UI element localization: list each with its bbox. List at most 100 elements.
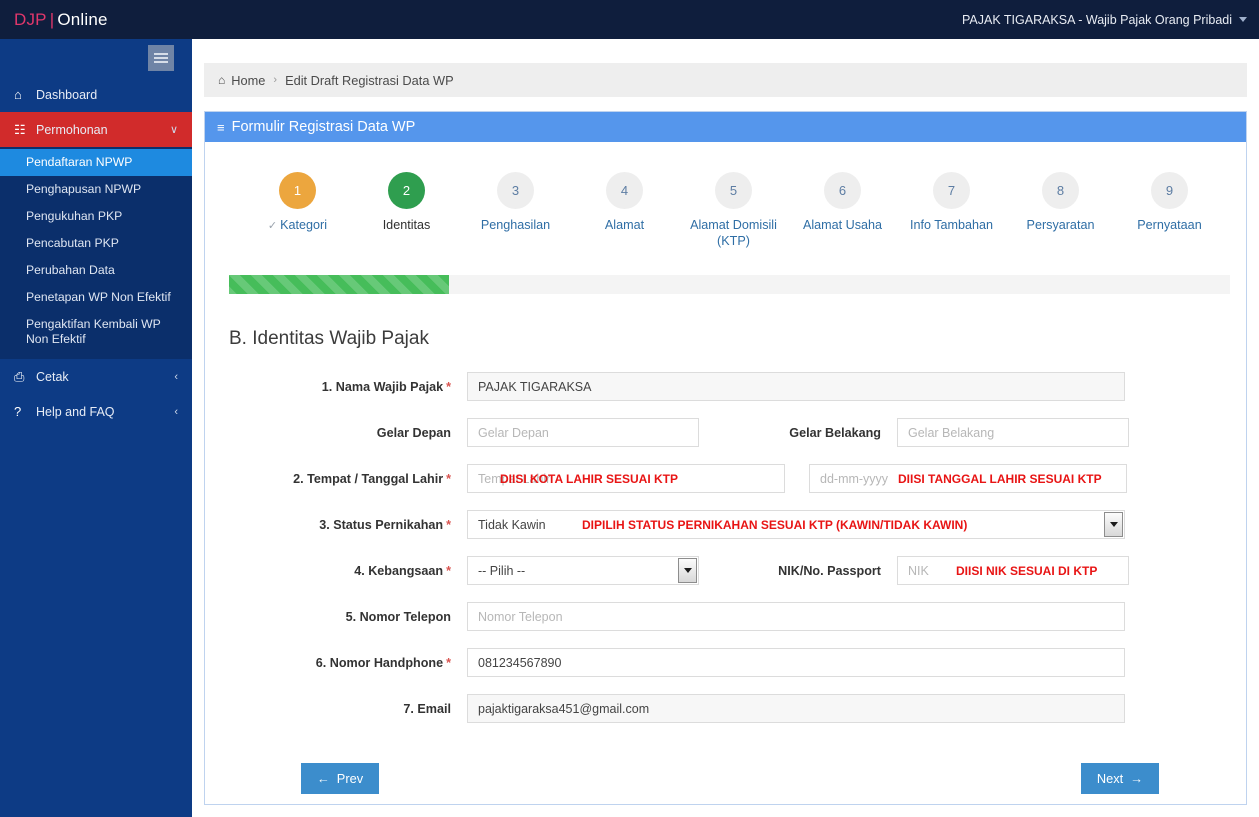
step-3-penghasilan[interactable]: 3 Penghasilan	[461, 172, 570, 249]
arrow-right-icon: →	[1130, 771, 1143, 786]
sidebar-item-label: Help and FAQ	[36, 404, 115, 419]
sidebar-item-pencabutan-pkp[interactable]: Pencabutan PKP	[0, 230, 192, 257]
logo-djp-text: DJP	[14, 9, 47, 29]
step-number: 3	[497, 172, 534, 209]
sidebar-item-cetak[interactable]: ⎙ Cetak ‹	[0, 359, 192, 394]
sidebar-item-pendaftaran-npwp[interactable]: Pendaftaran NPWP	[0, 149, 192, 176]
select-value: -- Pilih --	[478, 563, 526, 578]
wizard-stepper: 1 ✓ Kategori 2 Identitas 3 Penghasilan 4 …	[243, 142, 1224, 249]
label-nomor-telepon: 5. Nomor Telepon	[345, 609, 451, 624]
step-number: 8	[1042, 172, 1079, 209]
chevron-down-icon: ∨	[169, 124, 178, 136]
step-number: 9	[1151, 172, 1188, 209]
sidebar-item-perubahan-data[interactable]: Perubahan Data	[0, 257, 192, 284]
wizard-navigation: ← Prev Next →	[301, 763, 1159, 794]
app-logo[interactable]: DJP | Online	[0, 10, 108, 30]
sidebar-item-permohonan[interactable]: ☷ Permohonan ∨	[0, 112, 192, 147]
chevron-down-icon	[1239, 17, 1247, 22]
sidebar-item-label: Cetak	[36, 369, 69, 384]
breadcrumb-home-link[interactable]: Home	[231, 73, 265, 88]
step-1-kategori[interactable]: 1 ✓ Kategori	[243, 172, 352, 249]
label-text: 2. Tempat / Tanggal Lahir	[293, 471, 444, 486]
input-nomor-telepon[interactable]: Nomor Telepon	[467, 602, 1125, 631]
sidebar-item-dashboard[interactable]: ⌂ Dashboard	[0, 77, 192, 112]
step-8-persyaratan[interactable]: 8 Persyaratan	[1006, 172, 1115, 249]
input-tempat-lahir[interactable]: Tempat Lahir DIISI KOTA LAHIR SESUAI KTP	[467, 464, 785, 493]
arrow-left-icon: ←	[317, 771, 330, 786]
required-mark: *	[446, 471, 451, 486]
user-tie-icon: ☷	[14, 121, 26, 137]
input-nik[interactable]: NIK DIISI NIK SESUAI DI KTP	[897, 556, 1129, 585]
user-menu[interactable]: PAJAK TIGARAKSA - Wajib Pajak Orang Prib…	[962, 13, 1259, 27]
next-button-label: Next	[1096, 771, 1124, 786]
step-label: ✓ Kategori	[243, 217, 352, 234]
sidebar-toggle-row	[0, 39, 192, 77]
sidebar-item-pengukuhan-pkp[interactable]: Pengukuhan PKP	[0, 203, 192, 230]
input-gelar-belakang[interactable]: Gelar Belakang	[897, 418, 1129, 447]
chevron-left-icon: ‹	[174, 405, 178, 418]
step-2-identitas[interactable]: 2 Identitas	[352, 172, 461, 249]
step-6-alamat-usaha[interactable]: 6 Alamat Usaha	[788, 172, 897, 249]
form-panel: ≡ Formulir Registrasi Data WP 1 ✓ Kategor…	[204, 111, 1247, 805]
step-label: Penghasilan	[480, 218, 551, 232]
input-nama-wajib-pajak[interactable]: PAJAK TIGARAKSA	[467, 372, 1125, 401]
annotation-status-pernikahan: DIPILIH STATUS PERNIKAHAN SESUAI KTP (KA…	[582, 517, 968, 532]
input-tanggal-lahir[interactable]: dd-mm-yyyy DIISI TANGGAL LAHIR SESUAI KT…	[809, 464, 1127, 493]
bars-icon: ≡	[217, 119, 225, 135]
annotation-tanggal-lahir: DIISI TANGGAL LAHIR SESUAI KTP	[898, 471, 1102, 486]
step-5-alamat-domisili[interactable]: 5 Alamat Domisili (KTP)	[679, 172, 788, 249]
prev-button[interactable]: ← Prev	[301, 763, 380, 794]
breadcrumb: ⌂ Home › Edit Draft Registrasi Data WP	[204, 63, 1247, 97]
label-text: 6. Nomor Handphone	[315, 655, 444, 670]
label-tempat-tanggal-lahir: 2. Tempat / Tanggal Lahir *	[227, 472, 467, 486]
field-row-nama: 1. Nama Wajib Pajak * PAJAK TIGARAKSA	[227, 372, 1224, 401]
step-7-info-tambahan[interactable]: 7 Info Tambahan	[897, 172, 1006, 249]
label-nik: NIK/No. Passport	[778, 563, 881, 578]
prev-button-label: Prev	[336, 771, 364, 786]
chevron-down-icon[interactable]	[678, 558, 697, 583]
required-mark: *	[446, 517, 451, 532]
chevron-down-icon[interactable]	[1104, 512, 1123, 537]
required-mark: *	[446, 655, 451, 670]
sidebar-item-label: Dashboard	[36, 87, 98, 102]
breadcrumb-separator: ›	[273, 74, 278, 86]
label-kebangsaan: 4. Kebangsaan *	[227, 564, 467, 578]
sidebar-item-pengaktifan-kembali-wp-non-efektif[interactable]: Pengaktifan Kembali WP Non Efektif	[0, 311, 192, 353]
input-nomor-handphone[interactable]: 081234567890	[467, 648, 1125, 677]
hamburger-menu-icon[interactable]	[148, 45, 174, 71]
sidebar-item-penetapan-wp-non-efektif[interactable]: Penetapan WP Non Efektif	[0, 284, 192, 311]
label-nama-wajib-pajak: 1. Nama Wajib Pajak *	[227, 380, 467, 394]
sidebar-submenu-permohonan: Pendaftaran NPWP Penghapusan NPWP Penguk…	[0, 147, 192, 359]
step-9-pernyataan[interactable]: 9 Pernyataan	[1115, 172, 1224, 249]
step-4-alamat[interactable]: 4 Alamat	[570, 172, 679, 249]
user-menu-label: PAJAK TIGARAKSA - Wajib Pajak Orang Prib…	[961, 12, 1232, 27]
sidebar-item-label: Permohonan	[36, 122, 108, 137]
select-kebangsaan[interactable]: -- Pilih --	[467, 556, 699, 585]
progress-track	[229, 275, 1230, 294]
required-mark: *	[446, 563, 451, 578]
step-number: 2	[388, 172, 425, 209]
breadcrumb-current: Edit Draft Registrasi Data WP	[285, 72, 454, 88]
label-gelar-depan: Gelar Depan	[376, 425, 451, 440]
input-gelar-depan[interactable]: Gelar Depan	[467, 418, 699, 447]
field-row-tempat-tanggal-lahir: 2. Tempat / Tanggal Lahir * Tempat Lahir …	[227, 464, 1224, 493]
panel-header: ≡ Formulir Registrasi Data WP	[205, 112, 1246, 142]
step-number: 5	[715, 172, 752, 209]
sidebar-item-penghapusan-npwp[interactable]: Penghapusan NPWP	[0, 176, 192, 203]
field-row-email: 7. Email pajaktigaraksa451@gmail.com	[227, 694, 1224, 723]
step-number: 6	[824, 172, 861, 209]
field-row-gelar: Gelar Depan Gelar Depan Gelar Belakang G…	[227, 418, 1224, 447]
label-nomor-handphone: 6. Nomor Handphone *	[227, 656, 467, 670]
question-icon: ?	[14, 404, 22, 419]
progress-bar	[229, 275, 450, 294]
input-placeholder: Gelar Depan	[478, 425, 549, 440]
select-status-pernikahan[interactable]: Tidak Kawin DIPILIH STATUS PERNIKAHAN SE…	[467, 510, 1125, 539]
sidebar-item-help-and-faq[interactable]: ? Help and FAQ ‹	[0, 394, 192, 429]
label-gelar-belakang: Gelar Belakang	[789, 425, 881, 440]
logo-separator: |	[49, 9, 55, 29]
step-number: 7	[933, 172, 970, 209]
input-email[interactable]: pajaktigaraksa451@gmail.com	[467, 694, 1125, 723]
section-title: B. Identitas Wajib Pajak	[229, 328, 429, 349]
next-button[interactable]: Next →	[1080, 763, 1159, 794]
logo-online-text: Online	[57, 9, 108, 29]
